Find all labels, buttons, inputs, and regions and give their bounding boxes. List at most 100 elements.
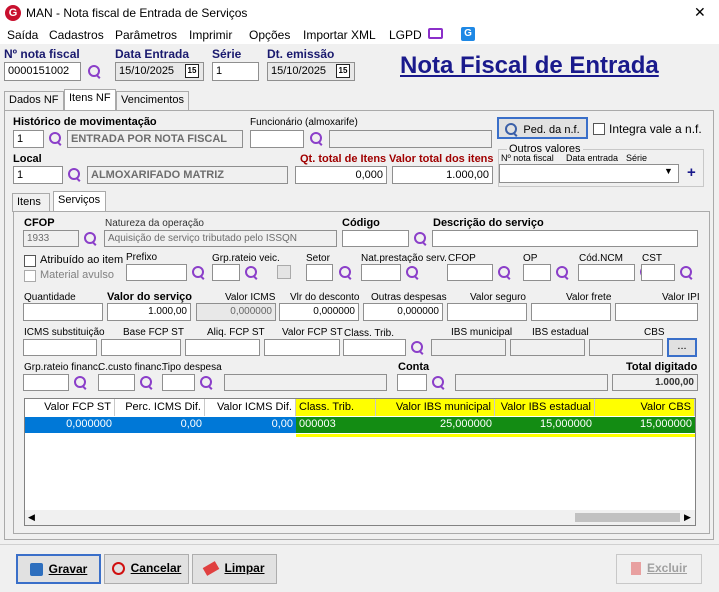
grid-header-valor-fcp[interactable]: Valor FCP ST: [25, 399, 115, 416]
tab-dados-nf[interactable]: Dados NF: [4, 91, 64, 110]
search-icon[interactable]: [68, 168, 82, 182]
menu-saida[interactable]: Saída: [7, 28, 38, 42]
cancelar-button[interactable]: Cancelar: [104, 554, 189, 584]
grid-header-cbs[interactable]: Valor CBS: [595, 399, 695, 416]
close-icon[interactable]: ✕: [694, 4, 706, 21]
grid-cell-perc-icms-dif[interactable]: 0,00: [115, 417, 205, 433]
valor-fcp-field[interactable]: [264, 339, 340, 356]
aliq-fcp-field[interactable]: [185, 339, 260, 356]
chevron-down-icon[interactable]: ▼: [664, 166, 673, 176]
tipo-despesa-field[interactable]: [162, 374, 195, 391]
funcionario-code-field[interactable]: [250, 130, 304, 148]
valor-frete-field[interactable]: [531, 303, 611, 321]
scrollbar-thumb[interactable]: [575, 513, 680, 522]
codigo-field[interactable]: [342, 230, 409, 247]
setor-field[interactable]: [306, 264, 333, 281]
app-g-icon[interactable]: G: [461, 27, 475, 41]
descricao-field[interactable]: [432, 230, 698, 247]
calendar-icon[interactable]: 15: [185, 64, 199, 78]
grid-header-ibs-estadual[interactable]: Valor IBS estadual: [495, 399, 595, 416]
grid-cell-ibs-municipal[interactable]: 25,000000: [376, 417, 495, 433]
historico-code-field[interactable]: 1: [13, 130, 44, 148]
search-icon[interactable]: [310, 132, 324, 146]
funcionario-name-field: [329, 130, 492, 148]
grid-cell-ibs-estadual[interactable]: 15,000000: [495, 417, 595, 433]
icms-st-field[interactable]: [23, 339, 97, 356]
menu-imprimir[interactable]: Imprimir: [189, 28, 232, 42]
conta-field[interactable]: [397, 374, 427, 391]
material-avulso-checkbox[interactable]: [24, 270, 36, 282]
base-fcp-field[interactable]: [101, 339, 181, 356]
services-grid[interactable]: Valor FCP ST Perc. ICMS Dif. Valor ICMS …: [24, 398, 696, 526]
cfop2-field[interactable]: [447, 264, 493, 281]
chevron-left-icon[interactable]: ◀: [28, 512, 35, 523]
nf-number-field[interactable]: 0000151002: [4, 62, 81, 81]
tab-itens-nf[interactable]: Itens NF: [64, 89, 116, 110]
grid-header-perc-icms-dif[interactable]: Perc. ICMS Dif.: [115, 399, 205, 416]
grid-header-ibs-municipal[interactable]: Valor IBS municipal: [376, 399, 495, 416]
menu-cadastros[interactable]: Cadastros: [49, 28, 104, 42]
search-icon[interactable]: [414, 232, 428, 246]
search-icon[interactable]: [74, 376, 88, 390]
more-options-button[interactable]: ...: [667, 338, 697, 357]
search-icon[interactable]: [556, 266, 570, 280]
grp-rateio-fin-field[interactable]: [23, 374, 69, 391]
vlr-desconto-field[interactable]: 0,000000: [279, 303, 359, 321]
search-icon[interactable]: [192, 266, 206, 280]
search-icon[interactable]: [498, 266, 512, 280]
cfop-field[interactable]: 1933: [23, 230, 79, 247]
grid-cell-valor-icms-dif[interactable]: 0,00: [205, 417, 296, 433]
tab-itens[interactable]: Itens: [12, 193, 50, 212]
search-icon[interactable]: [200, 376, 214, 390]
search-icon[interactable]: [432, 376, 446, 390]
grid-cell-cbs[interactable]: 15,000000: [595, 417, 695, 433]
monitor-icon[interactable]: [428, 28, 443, 39]
menu-parametros[interactable]: Parâmetros: [115, 28, 177, 42]
add-icon[interactable]: +: [687, 164, 696, 181]
op-field[interactable]: [523, 264, 551, 281]
menu-importar-xml[interactable]: Importar XML: [303, 28, 376, 42]
outros-valores-select[interactable]: [499, 164, 679, 183]
search-icon[interactable]: [339, 266, 353, 280]
local-code-field[interactable]: 1: [13, 166, 63, 184]
grid-cell-class-trib[interactable]: 000003: [296, 417, 376, 433]
codigo-label: Código: [342, 217, 380, 229]
menu-opcoes[interactable]: Opções: [249, 28, 290, 42]
search-icon[interactable]: [245, 266, 259, 280]
search-icon[interactable]: [88, 65, 102, 79]
tab-servicos[interactable]: Serviços: [53, 191, 106, 212]
quantidade-field[interactable]: [23, 303, 103, 321]
grid-header-valor-icms-dif[interactable]: Valor ICMS Dif.: [205, 399, 296, 416]
search-icon[interactable]: [84, 232, 98, 246]
valor-servico-field[interactable]: 1.000,00: [107, 303, 191, 321]
valor-seguro-field[interactable]: [447, 303, 527, 321]
excluir-button[interactable]: Excluir: [616, 554, 702, 584]
calendar-icon[interactable]: 15: [336, 64, 350, 78]
integra-checkbox[interactable]: [593, 123, 605, 135]
horizontal-scrollbar[interactable]: ◀ ▶: [25, 510, 695, 525]
gravar-button[interactable]: Gravar: [16, 554, 101, 584]
search-icon[interactable]: [49, 132, 63, 146]
c-custo-field[interactable]: [98, 374, 135, 391]
serie-field[interactable]: 1: [212, 62, 259, 81]
search-icon[interactable]: [411, 341, 425, 355]
grp-rateio-veic-field[interactable]: [212, 264, 240, 281]
valor-ipi-field[interactable]: [615, 303, 698, 321]
atribuido-checkbox[interactable]: [24, 255, 36, 267]
class-trib-field[interactable]: [343, 339, 406, 356]
chevron-right-icon[interactable]: ▶: [684, 512, 691, 523]
grid-cell-valor-fcp[interactable]: 0,000000: [25, 417, 115, 433]
search-icon[interactable]: [406, 266, 420, 280]
cst-field[interactable]: [641, 264, 675, 281]
menu-lgpd[interactable]: LGPD: [389, 28, 422, 42]
nat-prestacao-field[interactable]: [361, 264, 401, 281]
tab-vencimentos[interactable]: Vencimentos: [116, 91, 189, 110]
limpar-button[interactable]: Limpar: [192, 554, 277, 584]
outras-despesas-field[interactable]: 0,000000: [363, 303, 443, 321]
grid-header-class-trib[interactable]: Class. Trib.: [296, 399, 376, 416]
search-icon[interactable]: [140, 376, 154, 390]
search-icon[interactable]: [680, 266, 694, 280]
ped-nf-button[interactable]: Ped. da n.f.: [497, 117, 588, 139]
cod-ncm-field[interactable]: [578, 264, 635, 281]
prefixo-field[interactable]: [126, 264, 187, 281]
